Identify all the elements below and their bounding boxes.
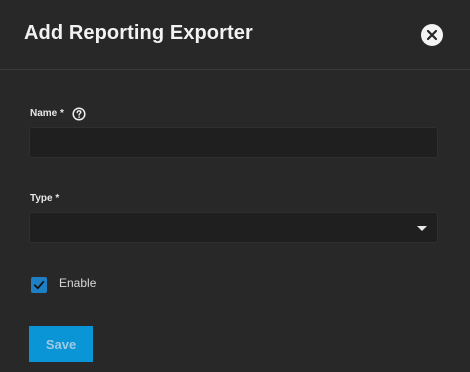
close-icon: [426, 29, 438, 41]
close-button[interactable]: [421, 24, 443, 46]
save-button[interactable]: Save: [29, 326, 93, 362]
help-icon[interactable]: [72, 107, 86, 121]
chevron-down-icon: [417, 226, 427, 231]
name-input-wrapper: [29, 127, 438, 158]
type-field-label: Type *: [30, 193, 59, 204]
name-input[interactable]: [30, 128, 437, 157]
dialog-title: Add Reporting Exporter: [24, 22, 253, 44]
type-label-text: Type: [30, 193, 53, 204]
name-field-label: Name *: [30, 108, 64, 119]
question-circle-icon: [72, 107, 86, 121]
enable-checkbox[interactable]: [31, 277, 47, 293]
type-select[interactable]: [29, 212, 438, 243]
checkmark-icon: [33, 280, 45, 290]
type-required-mark: *: [55, 193, 60, 204]
enable-label: Enable: [59, 276, 97, 290]
name-label-text: Name: [30, 108, 58, 119]
dialog-header: Add Reporting Exporter: [0, 0, 470, 70]
name-required-mark: *: [60, 108, 64, 119]
